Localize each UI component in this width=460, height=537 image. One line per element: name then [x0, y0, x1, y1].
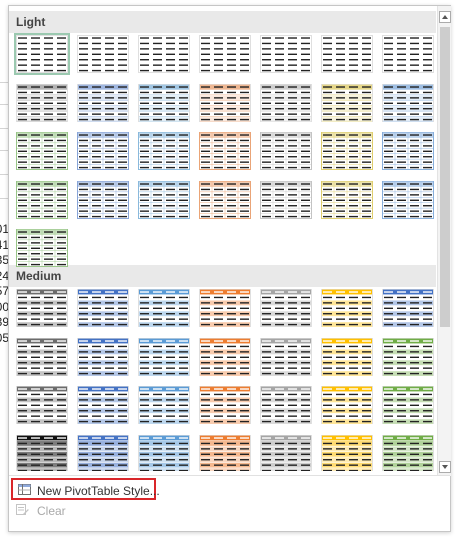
table-style-medium-13[interactable]	[319, 336, 375, 378]
table-style-light-24[interactable]	[136, 179, 192, 221]
table-style-medium-18[interactable]	[197, 384, 253, 426]
scroll-down-button[interactable]	[439, 461, 451, 473]
table-style-light-2[interactable]	[75, 33, 131, 75]
table-style-medium-1[interactable]	[14, 287, 70, 329]
new-style-icon	[18, 484, 31, 495]
table-style-medium-3[interactable]	[136, 287, 192, 329]
table-style-light-21[interactable]	[380, 130, 436, 172]
table-style-light-20[interactable]	[319, 130, 375, 172]
table-style-light-5[interactable]	[258, 33, 314, 75]
table-style-medium-14[interactable]	[380, 336, 436, 378]
table-style-medium-4[interactable]	[197, 287, 253, 329]
table-style-medium-22[interactable]	[14, 433, 70, 471]
table-style-medium-12[interactable]	[258, 336, 314, 378]
table-style-light-27[interactable]	[319, 179, 375, 221]
table-style-light-25[interactable]	[197, 179, 253, 221]
clear-label: Clear	[37, 504, 66, 518]
table-style-medium-2[interactable]	[75, 287, 131, 329]
table-style-light-3[interactable]	[136, 33, 192, 75]
table-style-medium-11[interactable]	[197, 336, 253, 378]
scroll-up-button[interactable]	[439, 11, 451, 23]
table-style-light-15[interactable]	[14, 130, 70, 172]
table-style-light-29[interactable]	[14, 227, 70, 269]
table-style-light-9[interactable]	[75, 82, 131, 124]
new-pivottable-style-item[interactable]: New PivotTable Style...	[11, 478, 160, 500]
pivottable-style-gallery: Light Medium New PivotTable Style... Cle…	[8, 5, 451, 532]
section-header-light: Light	[9, 11, 436, 33]
clear-item[interactable]: Clear	[11, 500, 156, 522]
table-style-light-18[interactable]	[197, 130, 253, 172]
menu-separator	[9, 475, 450, 476]
vertical-scrollbar[interactable]	[437, 6, 451, 476]
table-style-light-16[interactable]	[75, 130, 131, 172]
table-style-light-22[interactable]	[14, 179, 70, 221]
table-style-medium-8[interactable]	[14, 336, 70, 378]
scroll-thumb[interactable]	[440, 27, 450, 327]
table-style-light-11[interactable]	[197, 82, 253, 124]
table-style-light-7[interactable]	[380, 33, 436, 75]
table-style-medium-5[interactable]	[258, 287, 314, 329]
clear-icon	[16, 504, 29, 515]
table-style-light-12[interactable]	[258, 82, 314, 124]
table-style-medium-21[interactable]	[380, 384, 436, 426]
table-style-medium-28[interactable]	[380, 433, 436, 471]
style-gallery-scroll-area: Light Medium	[9, 6, 436, 471]
table-style-light-28[interactable]	[380, 179, 436, 221]
table-style-medium-7[interactable]	[380, 287, 436, 329]
table-style-medium-16[interactable]	[75, 384, 131, 426]
table-style-medium-25[interactable]	[197, 433, 253, 471]
table-style-medium-26[interactable]	[258, 433, 314, 471]
section-header-medium: Medium	[9, 265, 436, 287]
chevron-down-icon	[442, 465, 448, 469]
table-style-medium-6[interactable]	[319, 287, 375, 329]
table-style-light-19[interactable]	[258, 130, 314, 172]
table-style-medium-9[interactable]	[75, 336, 131, 378]
table-style-medium-10[interactable]	[136, 336, 192, 378]
new-style-label: New PivotTable Style...	[37, 484, 160, 498]
table-style-light-1[interactable]	[14, 33, 70, 75]
table-style-light-4[interactable]	[197, 33, 253, 75]
table-style-light-8[interactable]	[14, 82, 70, 124]
table-style-light-13[interactable]	[319, 82, 375, 124]
table-style-medium-20[interactable]	[319, 384, 375, 426]
table-style-light-23[interactable]	[75, 179, 131, 221]
table-style-medium-17[interactable]	[136, 384, 192, 426]
table-style-medium-27[interactable]	[319, 433, 375, 471]
table-style-light-26[interactable]	[258, 179, 314, 221]
table-style-light-6[interactable]	[319, 33, 375, 75]
table-style-medium-23[interactable]	[75, 433, 131, 471]
table-style-medium-19[interactable]	[258, 384, 314, 426]
table-style-medium-24[interactable]	[136, 433, 192, 471]
table-style-light-17[interactable]	[136, 130, 192, 172]
chevron-up-icon	[442, 15, 448, 19]
table-style-light-14[interactable]	[380, 82, 436, 124]
table-style-light-10[interactable]	[136, 82, 192, 124]
table-style-medium-15[interactable]	[14, 384, 70, 426]
